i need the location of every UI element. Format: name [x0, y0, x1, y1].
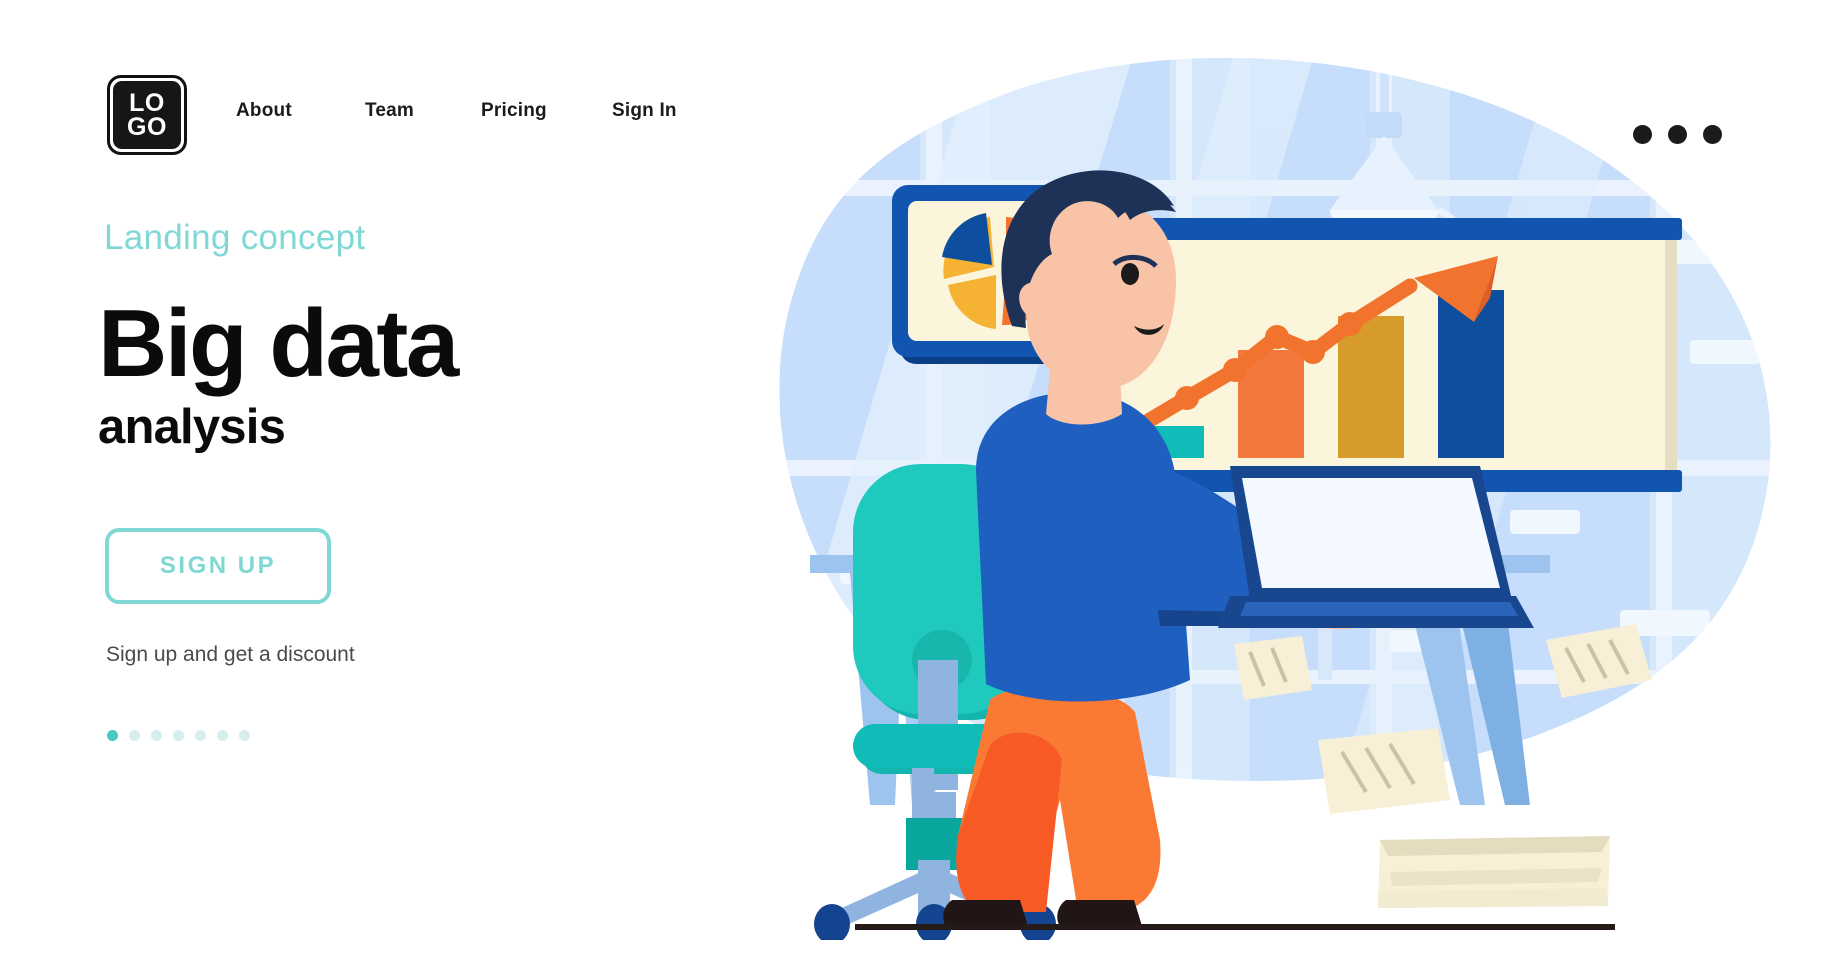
hero-eyebrow: Landing concept: [104, 218, 366, 257]
paper-stack: [1378, 836, 1610, 908]
pagination-dot-5[interactable]: [195, 730, 206, 741]
pagination-dot-1[interactable]: [107, 730, 118, 741]
flying-paper-1: [1318, 728, 1450, 814]
pagination-dot-3[interactable]: [151, 730, 162, 741]
pagination-dot-7[interactable]: [239, 730, 250, 741]
hero-title: Big data: [98, 290, 459, 397]
sign-up-button-label: SIGN UP: [159, 552, 277, 579]
hero-subtitle: analysis: [98, 400, 286, 454]
flying-paper-3: [1234, 636, 1312, 700]
pagination-dot-4[interactable]: [173, 730, 184, 741]
bar-3: [1338, 316, 1404, 458]
sign-up-note: Sign up and get a discount: [106, 643, 355, 666]
landing-page: LO GO About Team Pricing Sign In Landing…: [0, 0, 1837, 980]
floor-line: [855, 924, 1615, 930]
pagination-dot-2[interactable]: [129, 730, 140, 741]
carousel-pagination[interactable]: [107, 730, 250, 741]
pagination-dot-6[interactable]: [217, 730, 228, 741]
hero-section: Landing concept Big data analysis SIGN U…: [0, 0, 700, 980]
hero-illustration: [690, 40, 1810, 940]
sign-up-button[interactable]: SIGN UP: [105, 528, 331, 604]
